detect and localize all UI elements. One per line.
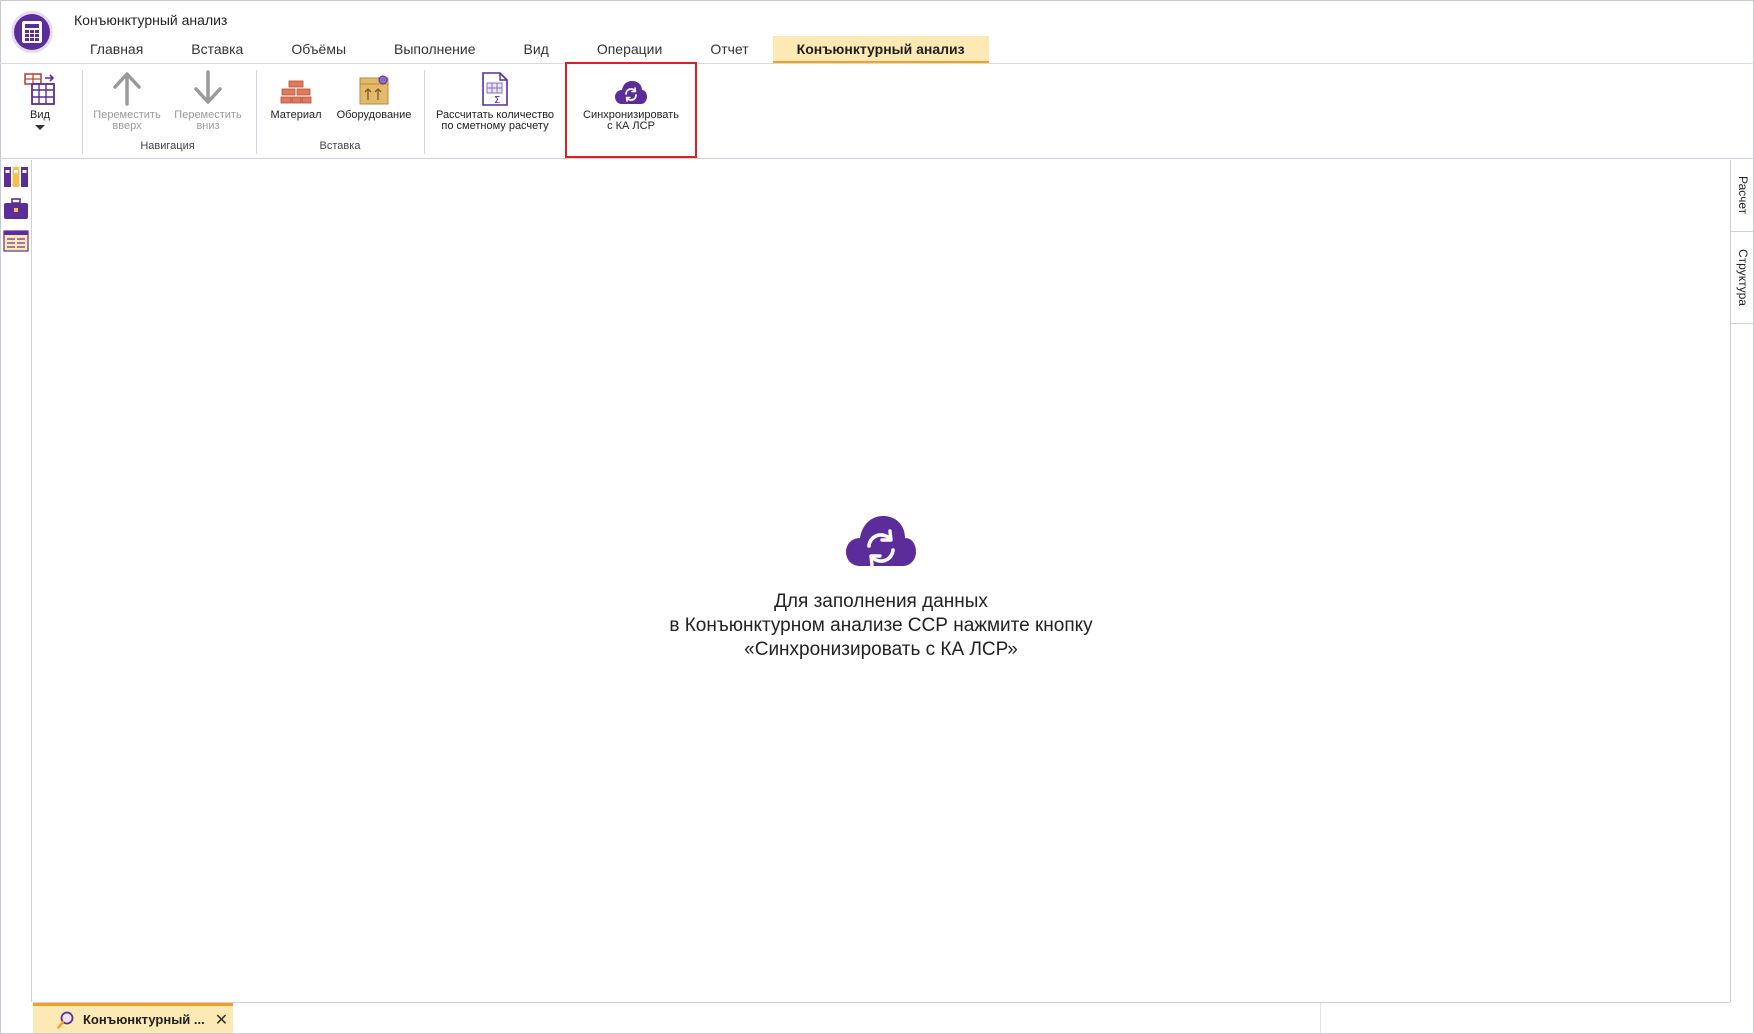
bottom-divider: [33, 1002, 1730, 1003]
empty-state-line3: «Синхронизировать с КА ЛСР»: [744, 639, 1018, 660]
empty-state-line2: в Конъюнктурном анализе ССР нажмите кноп…: [669, 615, 1093, 636]
table-view-icon: [23, 70, 57, 106]
binders-icon[interactable]: [3, 164, 29, 190]
box-icon: [358, 70, 390, 106]
main-content: Для заполнения данных в Конъюнктурном ан…: [33, 160, 1729, 1002]
tab-execution[interactable]: Выполнение: [370, 36, 499, 64]
calculation-sheet-icon: Σ: [480, 70, 510, 106]
calculate-quantity-button[interactable]: Σ Рассчитать количество по сметному расч…: [430, 70, 560, 132]
ribbon-divider: [0, 158, 1754, 159]
sync-button-highlight: [565, 62, 697, 158]
material-label: Материал: [270, 109, 322, 121]
tab-insert[interactable]: Вставка: [167, 36, 267, 64]
briefcase-icon[interactable]: [3, 196, 29, 222]
bricks-icon: [280, 70, 312, 106]
empty-state: Для заполнения данных в Конъюнктурном ан…: [33, 512, 1729, 662]
tab-volumes[interactable]: Объёмы: [267, 36, 370, 64]
arrow-down-icon: [192, 70, 224, 106]
tab-operations[interactable]: Операции: [573, 36, 687, 64]
empty-state-line1: Для заполнения данных: [774, 591, 988, 612]
app-title: Конъюнктурный анализ: [74, 12, 228, 28]
right-panel-strip: Расчет Структура: [1730, 160, 1754, 1002]
empty-state-message: Для заполнения данных в Конъюнктурном ан…: [669, 590, 1092, 662]
tab-report[interactable]: Отчет: [686, 36, 772, 64]
navigation-group-label: Навигация: [140, 140, 195, 152]
view-button[interactable]: Вид: [18, 70, 62, 130]
equipment-button[interactable]: Оборудование: [334, 70, 414, 121]
move-down-label-line2: вниз: [196, 120, 220, 132]
tab-view[interactable]: Вид: [500, 36, 573, 64]
insert-group-label: Вставка: [319, 140, 361, 152]
move-up-button[interactable]: Переместить вверх: [92, 70, 162, 132]
tab-structure[interactable]: Структура: [1731, 232, 1754, 324]
status-separator: [1320, 1003, 1321, 1033]
left-panel-strip: [0, 160, 32, 1002]
document-tab-label: Конъюнктурный ...: [83, 1012, 205, 1027]
tab-calculation-label: Расчет: [1736, 176, 1750, 215]
material-button[interactable]: Материал: [266, 70, 326, 121]
arrow-up-icon: [111, 70, 143, 106]
tab-market-analysis[interactable]: Конъюнктурный анализ: [772, 36, 989, 64]
cloud-sync-icon: [846, 516, 916, 567]
ribbon-separator: [82, 70, 83, 154]
app-logo-icon[interactable]: [14, 14, 50, 50]
search-chart-icon: [57, 1011, 74, 1029]
equipment-label: Оборудование: [336, 109, 412, 121]
tab-home[interactable]: Главная: [66, 36, 167, 64]
chevron-down-icon: [35, 125, 45, 130]
tab-calculation[interactable]: Расчет: [1731, 160, 1754, 232]
move-down-button[interactable]: Переместить вниз: [173, 70, 243, 132]
report-list-icon[interactable]: [3, 228, 29, 254]
svg-text:Σ: Σ: [494, 95, 500, 106]
ribbon-separator: [256, 70, 257, 154]
view-button-label: Вид: [30, 109, 50, 121]
close-icon[interactable]: ✕: [215, 1010, 228, 1030]
document-tab[interactable]: Конъюнктурный ... ✕: [33, 1003, 233, 1033]
ribbon-tabs: Главная Вставка Объёмы Выполнение Вид Оп…: [66, 36, 989, 64]
ribbon: Вид Переместить вверх Переместить вниз Н…: [0, 64, 1754, 160]
calculate-label-line2: по сметному расчету: [441, 120, 549, 132]
ribbon-separator: [424, 70, 425, 154]
tab-structure-label: Структура: [1736, 249, 1750, 306]
move-up-label-line2: вверх: [112, 120, 142, 132]
